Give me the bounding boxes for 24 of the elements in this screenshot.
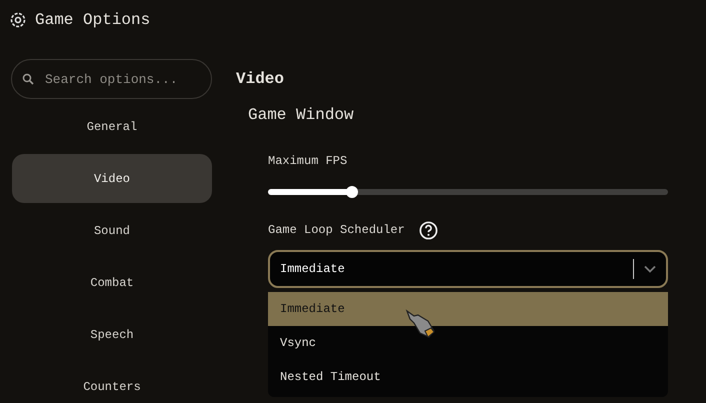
search-icon	[22, 73, 34, 85]
sidebar-item[interactable]: Video	[12, 154, 212, 203]
search-field[interactable]: Search options...	[11, 59, 212, 99]
slider-track[interactable]	[268, 189, 668, 195]
setting-label: Maximum FPS	[268, 153, 348, 169]
sidebar-item[interactable]: Sound	[12, 206, 212, 255]
sidebar-item[interactable]: Counters	[12, 362, 212, 403]
setting-label: Game Loop Scheduler	[268, 222, 405, 238]
chevron-down-icon	[644, 265, 656, 273]
dropdown-value: Immediate	[280, 261, 346, 278]
group-title: Game Window	[248, 105, 355, 126]
window-title: Game Options	[35, 10, 150, 31]
dropdown-field[interactable]: Immediate	[268, 250, 668, 288]
sidebar-item[interactable]: Combat	[12, 258, 212, 307]
section-title: Video	[236, 69, 286, 90]
gauntlet-cursor-icon	[405, 309, 437, 339]
dropdown-option[interactable]: Vsync	[268, 326, 668, 360]
dropdown-option[interactable]: Nested Timeout	[268, 360, 668, 394]
sidebar-item[interactable]: Speech	[12, 310, 212, 359]
flower-logo-icon	[9, 11, 27, 29]
help-icon[interactable]	[418, 220, 438, 240]
sidebar-item[interactable]: General	[12, 102, 212, 151]
dropdown-option[interactable]: Immediate	[268, 292, 668, 326]
slider-thumb[interactable]	[346, 186, 358, 198]
